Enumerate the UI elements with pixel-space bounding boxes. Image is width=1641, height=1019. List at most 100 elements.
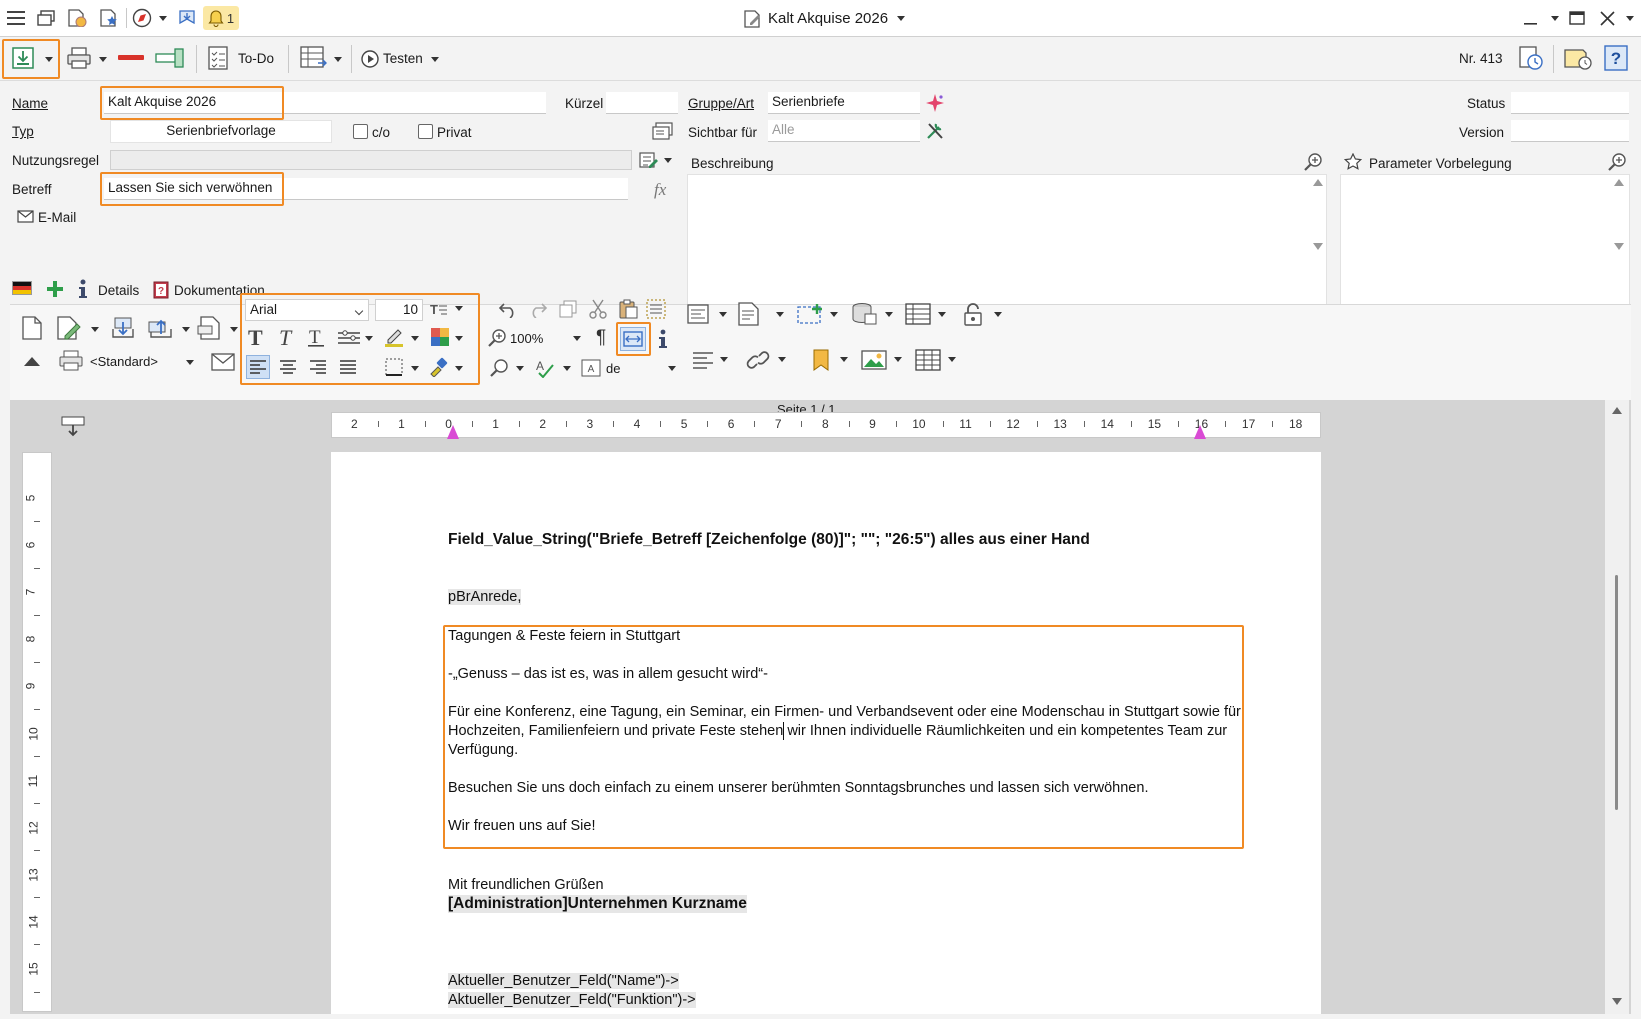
user-function-field[interactable]: Aktueller_Benutzer_Feld("Funktion")-> — [448, 992, 696, 1008]
new-document-icon[interactable] — [20, 315, 44, 341]
rule-dropdown-icon[interactable] — [664, 158, 672, 163]
edit-template-icon[interactable] — [56, 315, 84, 341]
kuerzel-field[interactable] — [606, 92, 678, 114]
character-format-dropdown-icon[interactable] — [365, 336, 373, 341]
find-dropdown-icon[interactable] — [516, 366, 524, 371]
redo-icon[interactable] — [526, 297, 550, 321]
paragraph-5[interactable]: Wir freuen uns auf Sie! — [448, 818, 596, 834]
text-style-dropdown-icon[interactable] — [455, 306, 463, 311]
highlight-dropdown-icon[interactable] — [411, 336, 419, 341]
beschreibung-scroll-up-icon[interactable] — [1313, 179, 1323, 186]
bold-icon[interactable]: T — [244, 325, 268, 349]
subject-line[interactable]: Field_Value_String("Briefe_Betreff [Zeic… — [448, 531, 1090, 549]
underline-icon[interactable]: T — [304, 325, 328, 349]
zoom-icon[interactable] — [486, 327, 508, 349]
print-dropdown-icon[interactable] — [99, 57, 107, 62]
database-dropdown-icon[interactable] — [885, 312, 893, 317]
align-center-icon[interactable] — [276, 355, 300, 379]
collapse-toolbar-icon[interactable] — [24, 357, 40, 366]
inbox-flag-icon[interactable] — [177, 8, 197, 28]
name-label[interactable]: Name — [12, 96, 48, 111]
hamburger-menu-icon[interactable] — [6, 8, 26, 28]
font-select[interactable]: Arial — [245, 299, 369, 321]
maximize-icon[interactable] — [1567, 8, 1587, 28]
nutzungsregel-field[interactable] — [110, 150, 632, 170]
scroll-down-icon[interactable] — [1612, 998, 1622, 1005]
format-painter-dropdown-icon[interactable] — [455, 366, 463, 371]
insert-table-icon[interactable] — [914, 347, 942, 373]
paragraph-3c[interactable]: Verfügung. — [448, 742, 518, 758]
printer-small-icon[interactable] — [58, 349, 84, 373]
paragraph-1[interactable]: Tagungen & Feste feiern in Stuttgart — [448, 628, 680, 644]
text-style-icon[interactable]: T — [428, 299, 450, 321]
hyperlink-dropdown-icon[interactable] — [778, 357, 786, 362]
bookmark-icon[interactable] — [810, 347, 832, 373]
lock-dropdown-icon[interactable] — [994, 312, 1002, 317]
email-label[interactable]: E-Mail — [38, 210, 76, 225]
close-icon[interactable] — [1597, 8, 1617, 28]
character-format-icon[interactable] — [336, 327, 362, 349]
gruppe-label[interactable]: Gruppe/Art — [688, 96, 754, 111]
language-icon[interactable]: A — [580, 357, 602, 379]
windows-icon[interactable] — [36, 8, 56, 28]
tab-details[interactable]: Details — [98, 283, 139, 298]
insert-image-icon[interactable] — [860, 347, 888, 373]
add-language-icon[interactable] — [44, 278, 66, 300]
lock-icon[interactable] — [960, 301, 986, 327]
save-icon[interactable] — [10, 45, 36, 71]
todo-label[interactable]: To-Do — [238, 51, 274, 66]
insert-image-dropdown-icon[interactable] — [894, 357, 902, 362]
user-name-field[interactable]: Aktueller_Benutzer_Feld("Name")-> — [448, 973, 679, 989]
test-dropdown-icon[interactable] — [431, 57, 439, 62]
left-indent-marker-icon[interactable] — [447, 425, 459, 439]
export-dropdown-icon[interactable] — [182, 327, 190, 332]
gruppe-field[interactable]: Serienbriefe — [768, 92, 920, 114]
salutation[interactable]: pBrAnrede, — [448, 589, 522, 605]
print-icon[interactable] — [65, 45, 93, 71]
page-setup-dropdown-icon[interactable] — [230, 327, 238, 332]
document-info-icon[interactable] — [656, 327, 670, 351]
co-checkbox[interactable] — [353, 124, 368, 139]
zoom-select[interactable]: 100% — [510, 331, 543, 346]
highlight-icon[interactable] — [382, 325, 408, 349]
parameter-scroll-up-icon[interactable] — [1614, 179, 1624, 186]
typ-field[interactable]: Serienbriefvorlage — [110, 120, 332, 143]
typ-label[interactable]: Typ — [12, 124, 34, 139]
notification-bell-icon[interactable]: 1 — [203, 6, 239, 30]
bookmark-dropdown-icon[interactable] — [840, 357, 848, 362]
close-options-dropdown-icon[interactable] — [1626, 16, 1634, 21]
list-view-icon[interactable] — [299, 44, 329, 72]
email-icon[interactable] — [16, 208, 34, 224]
paragraph-3b[interactable]: Hochzeiten, Familienfeiern und private F… — [448, 723, 1227, 739]
envelope-icon[interactable] — [210, 351, 236, 373]
language-select[interactable]: de — [606, 361, 620, 376]
paragraph-4[interactable]: Besuchen Sie uns doch einfach zu einem u… — [448, 780, 1148, 796]
align-right-icon[interactable] — [306, 355, 330, 379]
play-icon[interactable] — [360, 49, 380, 69]
closing[interactable]: Mit freundlichen Grüßen — [448, 877, 604, 893]
print-style-select[interactable]: <Standard> — [90, 354, 158, 369]
font-size-select[interactable]: 10 — [375, 299, 423, 321]
beschreibung-zoom-icon[interactable] — [1302, 151, 1324, 173]
select-all-icon[interactable] — [644, 297, 668, 321]
tab-dokumentation[interactable]: Dokumentation — [174, 283, 265, 298]
recent-documents-icon[interactable] — [66, 8, 88, 28]
hyperlink-icon[interactable] — [744, 347, 774, 373]
insert-field-dropdown-icon[interactable] — [719, 312, 727, 317]
align-left-icon[interactable] — [246, 355, 270, 379]
formula-icon[interactable]: fx — [651, 178, 675, 200]
fit-width-icon[interactable] — [620, 327, 646, 351]
page-setup-icon[interactable] — [196, 315, 224, 341]
beschreibung-scroll-down-icon[interactable] — [1313, 243, 1323, 250]
help-icon[interactable]: ? — [1603, 44, 1629, 72]
language-dropdown-icon[interactable] — [668, 366, 676, 371]
paragraph-2[interactable]: -„Genuss – das ist es, was in allem gesu… — [448, 666, 768, 682]
justify-icon[interactable] — [336, 355, 360, 379]
scroll-up-icon[interactable] — [1612, 407, 1622, 414]
scroll-thumb[interactable] — [1615, 575, 1618, 810]
borders-icon[interactable] — [382, 356, 406, 378]
company-name[interactable]: [Administration]Unternehmen Kurzname — [448, 895, 747, 913]
tools-icon[interactable] — [924, 120, 946, 142]
title-dropdown-icon[interactable] — [897, 16, 905, 21]
italic-icon[interactable]: T — [274, 325, 298, 349]
